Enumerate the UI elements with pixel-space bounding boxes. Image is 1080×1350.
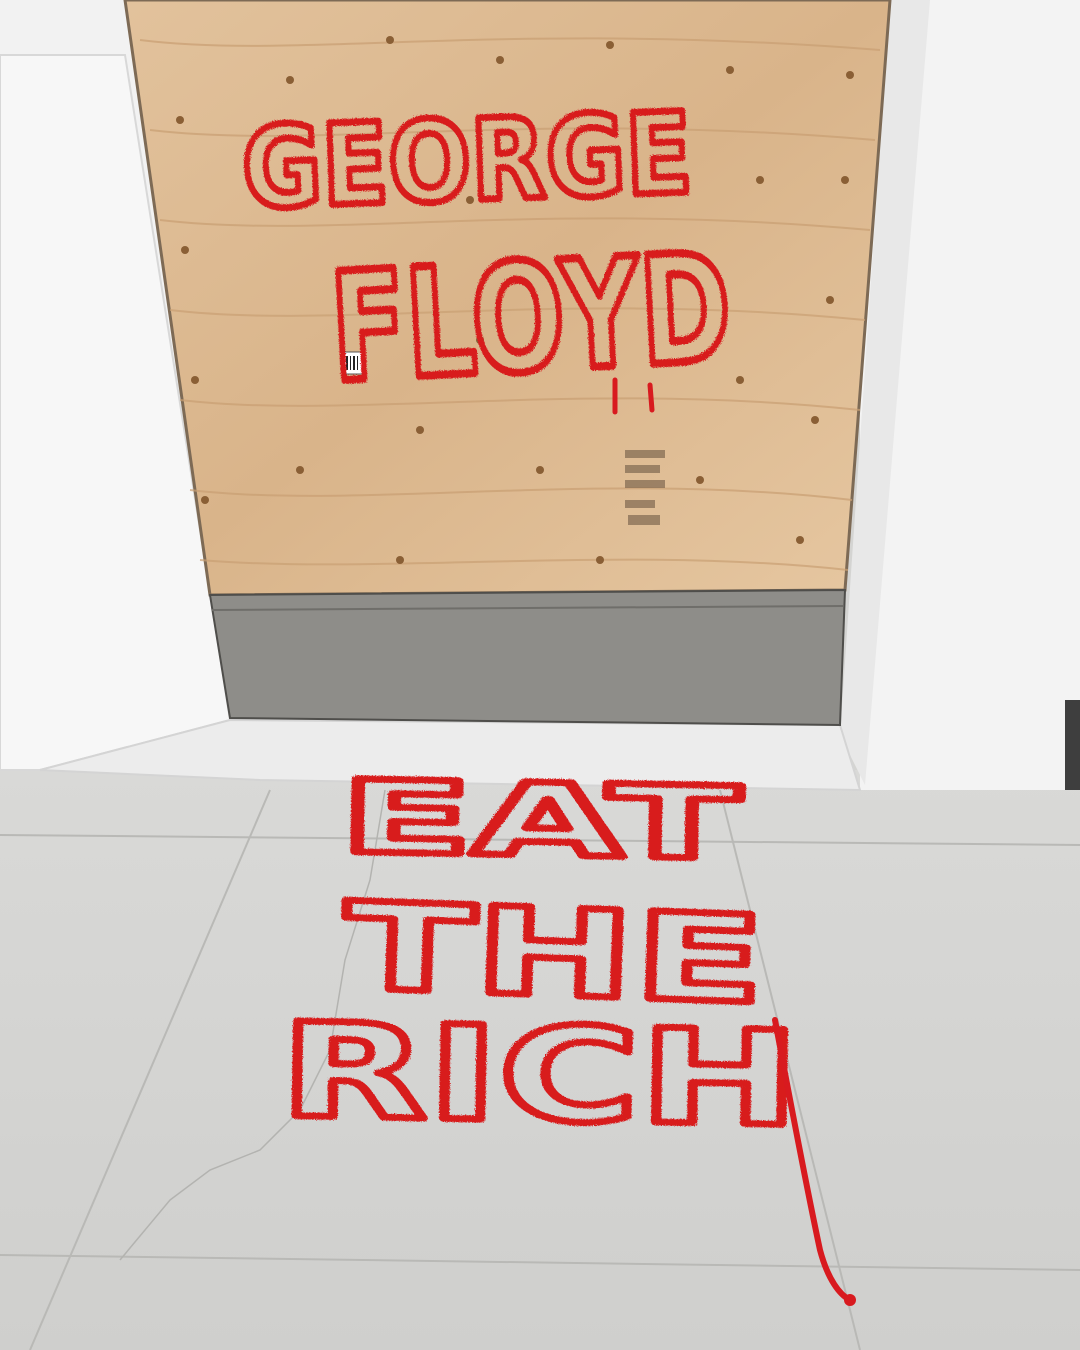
sidewalk-graffiti: EAT THE RICH bbox=[275, 755, 805, 1159]
graffiti-floyd: FLOYD bbox=[327, 222, 736, 417]
graffiti-eat: EAT bbox=[339, 759, 741, 883]
graffiti-rich: RICH bbox=[278, 994, 801, 1155]
scene-drawing: GEORGE FLOYD EAT THE RICH bbox=[0, 0, 1080, 1350]
graffiti-george: GEORGE bbox=[240, 89, 694, 235]
photo-scene: GEORGE FLOYD EAT THE RICH bbox=[0, 0, 1080, 1350]
wall-right-edge bbox=[1065, 700, 1080, 790]
